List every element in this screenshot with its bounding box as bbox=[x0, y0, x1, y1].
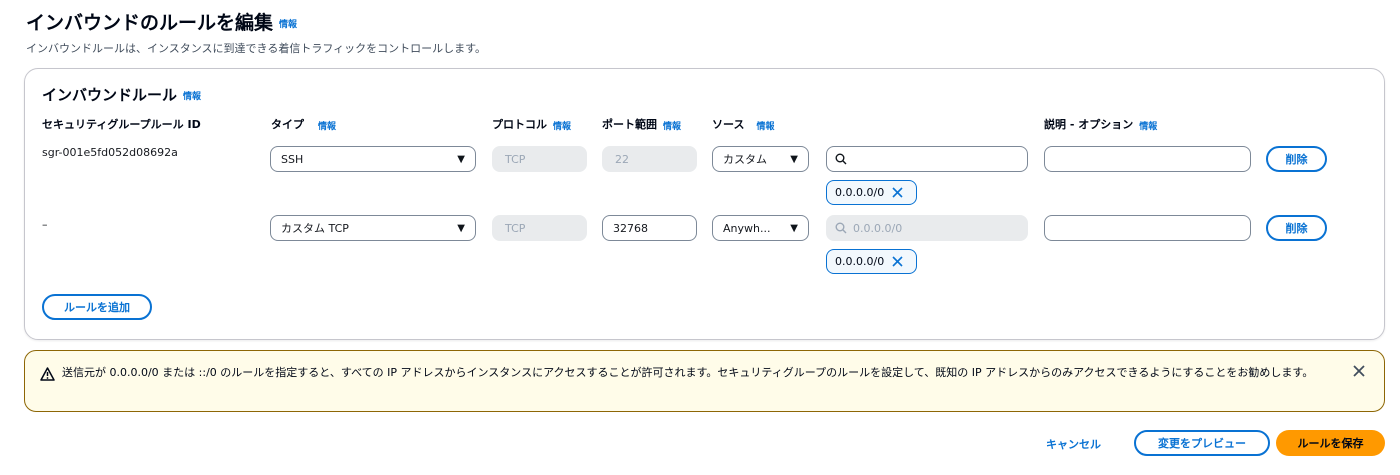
description-info-link[interactable]: 情報 bbox=[1139, 122, 1157, 132]
page-info-link[interactable]: 情報 bbox=[279, 20, 297, 30]
panel-title-text: インバウンドルール bbox=[42, 86, 178, 104]
type-select-value: SSH bbox=[281, 152, 304, 166]
close-icon[interactable] bbox=[892, 256, 903, 267]
warning-text: 送信元が 0.0.0.0/0 または ::/0 のルールを指定すると、すべての … bbox=[62, 366, 1314, 379]
source-token: 0.0.0.0/0 bbox=[826, 249, 917, 274]
protocol-field: TCP bbox=[492, 146, 587, 172]
source-token: 0.0.0.0/0 bbox=[826, 180, 917, 205]
type-select[interactable]: カスタム TCP ▼ bbox=[270, 215, 476, 241]
rule-id: – bbox=[42, 218, 48, 231]
column-header-description-label: 説明 - オプション bbox=[1044, 118, 1134, 131]
warning-alert bbox=[24, 350, 1385, 412]
save-rules-button[interactable]: ルールを保存 bbox=[1276, 430, 1385, 456]
caret-down-icon: ▼ bbox=[457, 222, 465, 234]
description-input[interactable] bbox=[1044, 146, 1251, 172]
column-header-port-range-label: ポート範囲 bbox=[602, 118, 657, 131]
search-icon bbox=[835, 222, 847, 234]
source-type-select[interactable]: カスタム ▼ bbox=[712, 146, 809, 172]
delete-rule-button[interactable]: 削除 bbox=[1266, 146, 1327, 172]
caret-down-icon: ▼ bbox=[790, 222, 798, 234]
caret-down-icon: ▼ bbox=[790, 153, 798, 165]
panel-info-link[interactable]: 情報 bbox=[183, 92, 201, 102]
column-header-port-range: ポート範囲 情報 bbox=[602, 116, 681, 132]
close-icon[interactable] bbox=[1352, 363, 1366, 382]
source-search-input[interactable] bbox=[826, 146, 1028, 172]
source-search-placeholder: 0.0.0.0/0 bbox=[853, 221, 903, 235]
page-title: インバウンドのルールを編集 情報 bbox=[26, 8, 297, 35]
add-rule-button[interactable]: ルールを追加 bbox=[42, 294, 152, 320]
protocol-info-link[interactable]: 情報 bbox=[553, 122, 571, 132]
delete-rule-button[interactable]: 削除 bbox=[1266, 215, 1327, 241]
preview-changes-button[interactable]: 変更をプレビュー bbox=[1134, 430, 1270, 456]
column-header-type-label: タイプ bbox=[271, 118, 304, 131]
source-type-select[interactable]: Anywh... ▼ bbox=[712, 215, 809, 241]
column-header-protocol: プロトコル 情報 bbox=[492, 116, 571, 132]
panel-title: インバウンドルール 情報 bbox=[42, 84, 201, 105]
type-select[interactable]: SSH ▼ bbox=[270, 146, 476, 172]
rule-id: sgr-001e5fd052d08692a bbox=[42, 146, 178, 159]
source-search-input: 0.0.0.0/0 bbox=[826, 215, 1028, 241]
column-header-rule-id: セキュリティグループルール ID bbox=[42, 118, 201, 131]
source-token-label: 0.0.0.0/0 bbox=[835, 186, 885, 199]
inbound-rules-panel bbox=[24, 68, 1385, 340]
close-icon[interactable] bbox=[892, 187, 903, 198]
column-header-protocol-label: プロトコル bbox=[492, 118, 547, 131]
port-range-field: 22 bbox=[602, 146, 697, 172]
caret-down-icon: ▼ bbox=[457, 153, 465, 165]
search-icon bbox=[835, 153, 847, 165]
source-token-label: 0.0.0.0/0 bbox=[835, 255, 885, 268]
protocol-field: TCP bbox=[492, 215, 587, 241]
source-info-link[interactable]: 情報 bbox=[756, 122, 774, 132]
page-description: インバウンドルールは、インスタンスに到達できる着信トラフィックをコントロールしま… bbox=[26, 42, 487, 55]
type-select-value: カスタム TCP bbox=[281, 222, 349, 235]
column-header-source-label: ソース bbox=[712, 118, 745, 131]
port-range-input[interactable]: 32768 bbox=[602, 215, 697, 241]
source-type-value: カスタム bbox=[723, 153, 767, 166]
source-type-value: Anywh... bbox=[723, 221, 771, 235]
page-title-text: インバウンドのルールを編集 bbox=[26, 12, 274, 34]
column-header-type: タイプ 情報 bbox=[271, 116, 336, 132]
column-header-description: 説明 - オプション 情報 bbox=[1044, 116, 1157, 132]
type-info-link[interactable]: 情報 bbox=[318, 122, 336, 132]
cancel-button[interactable]: キャンセル bbox=[1046, 436, 1101, 452]
column-header-source: ソース 情報 bbox=[712, 116, 774, 132]
description-input[interactable] bbox=[1044, 215, 1251, 241]
port-range-info-link[interactable]: 情報 bbox=[663, 122, 681, 132]
warning-icon bbox=[40, 366, 55, 385]
